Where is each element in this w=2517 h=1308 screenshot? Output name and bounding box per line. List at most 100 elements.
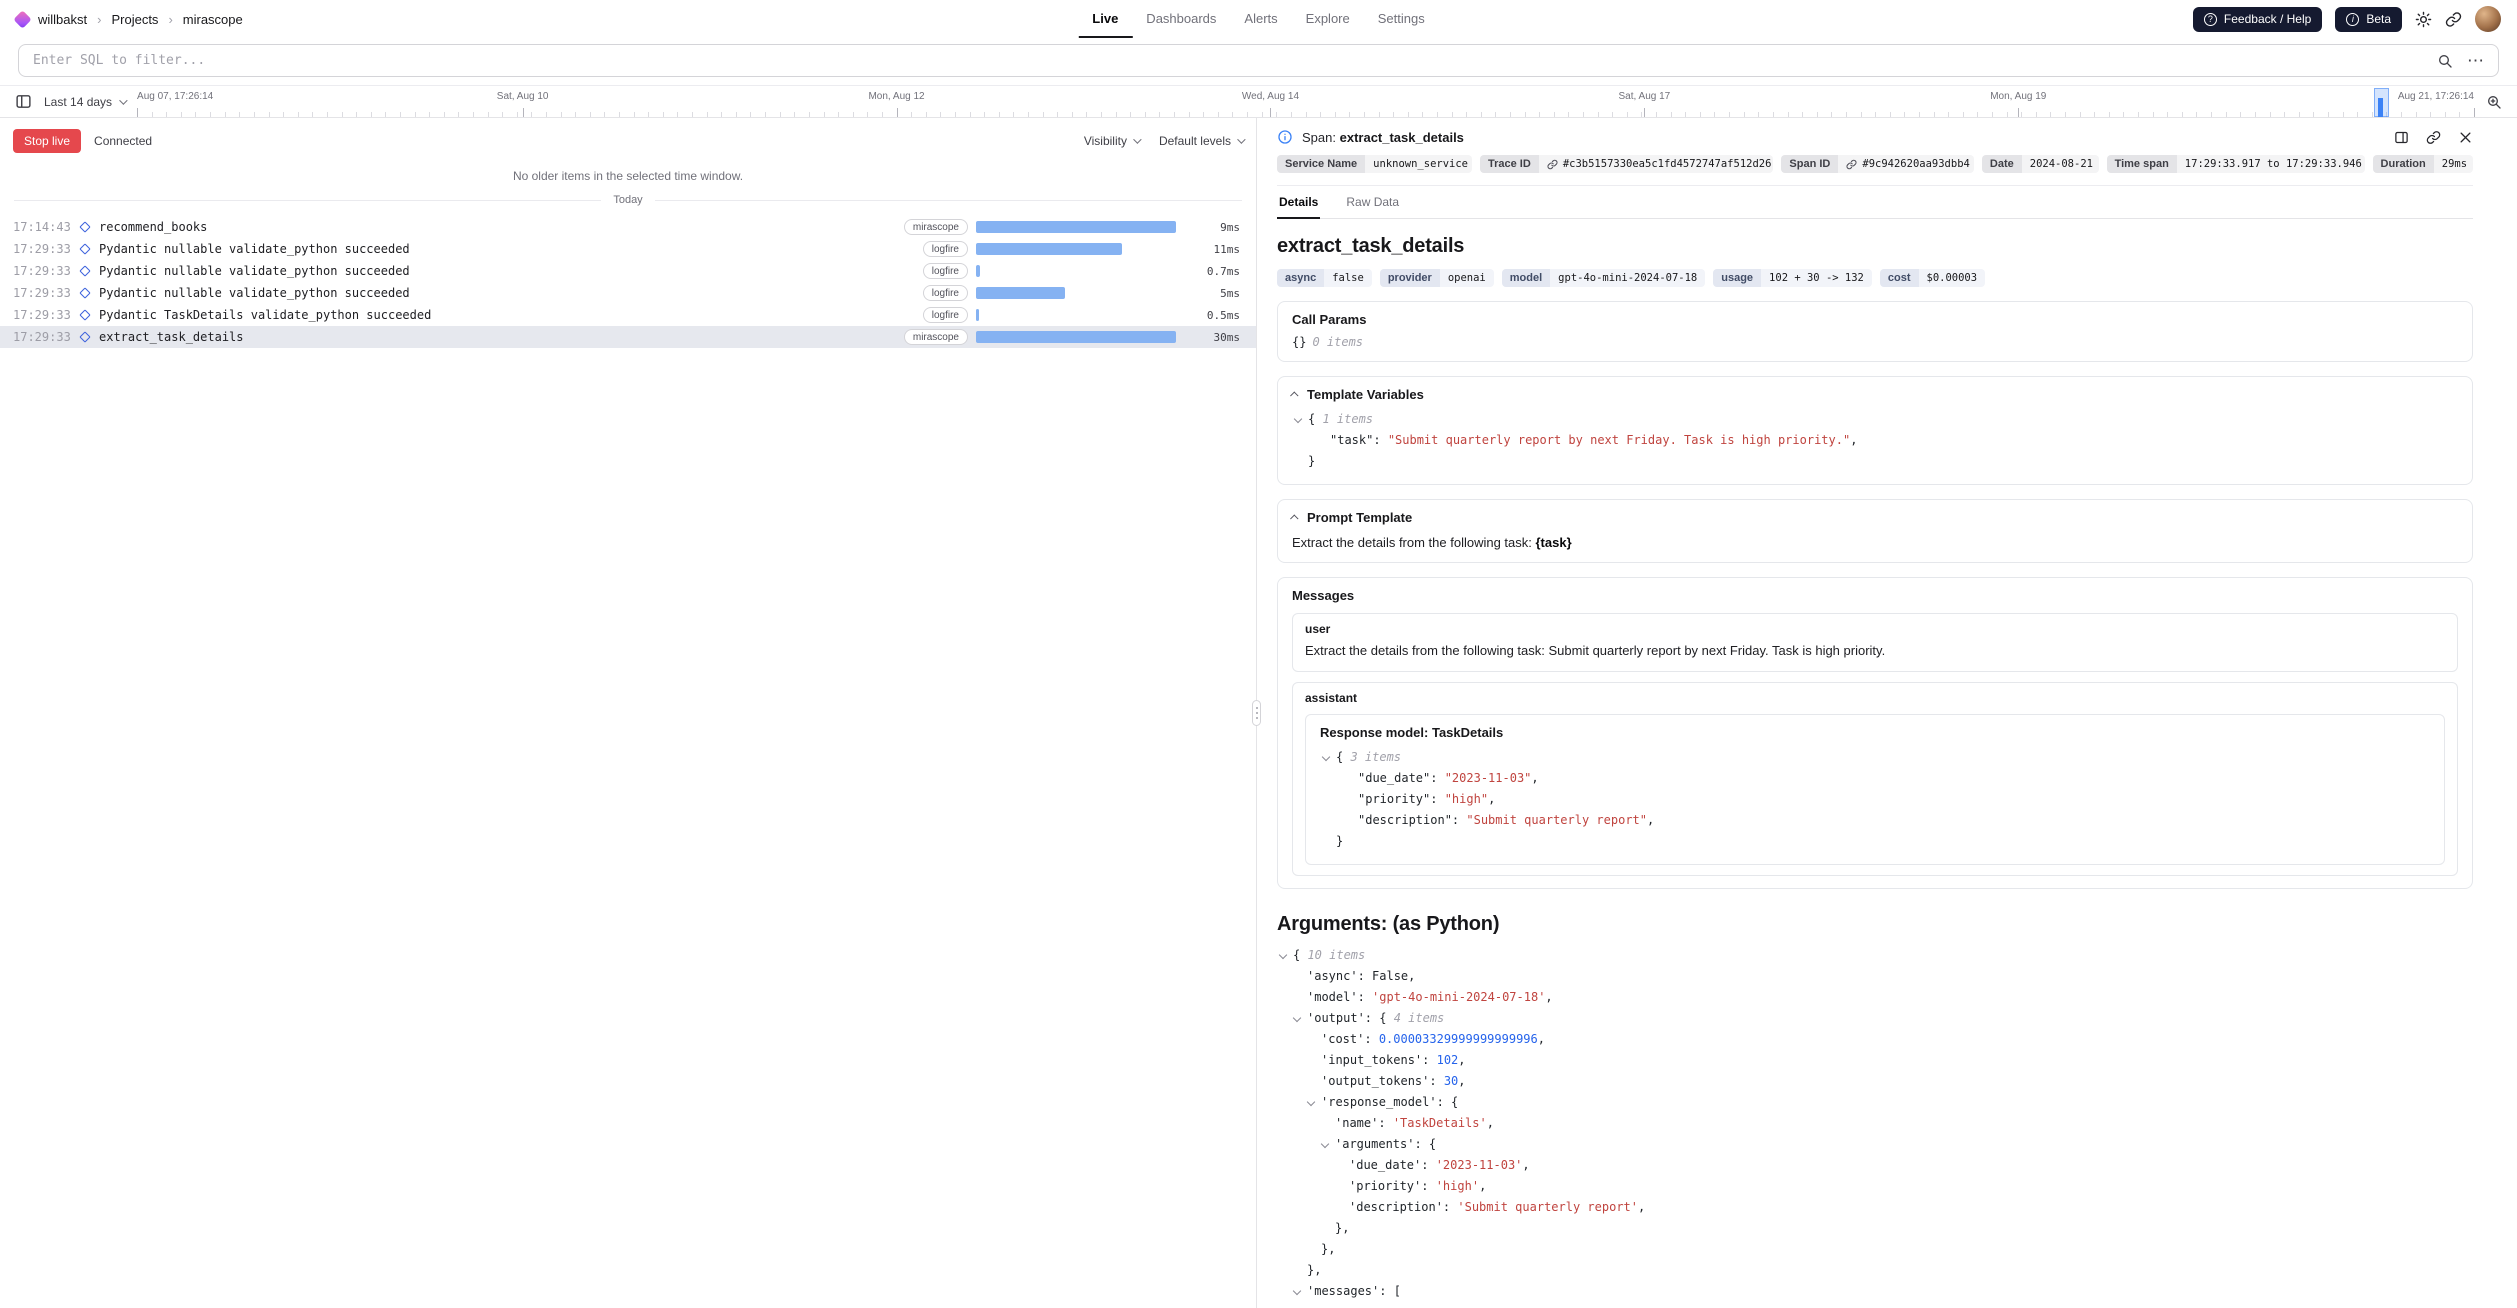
main-nav: Live Dashboards Alerts Explore Settings [1078, 0, 1438, 38]
timeline-bar: Last 14 days Aug 07, 17:26:14Sat, Aug 10… [0, 85, 2517, 118]
sql-filter-input[interactable] [33, 53, 2423, 68]
span-diamond-icon [79, 243, 90, 254]
tab-details[interactable]: Details [1277, 186, 1320, 219]
badge-value[interactable]: #c3b5157330ea5c1fd4572747af512d26 [1539, 155, 1774, 173]
time-range-select[interactable]: Last 14 days [44, 95, 125, 109]
nav-tab-dashboards[interactable]: Dashboards [1132, 0, 1230, 38]
timeline-date-label: Aug 07, 17:26:14 [137, 91, 213, 102]
duration-bar-track [976, 243, 1184, 255]
timeline-date-label: Aug 21, 17:26:14 [2398, 91, 2474, 102]
usage-badge: usage 102 + 30 -> 132 [1713, 269, 1872, 287]
span-diamond-icon [79, 287, 90, 298]
visibility-label: Visibility [1084, 134, 1127, 148]
template-variables-json: { 1 items"task": "Submit quarterly repor… [1292, 409, 2458, 472]
user-message: user Extract the details from the follow… [1292, 613, 2458, 672]
breadcrumb-project[interactable]: mirascope [183, 12, 243, 27]
visibility-dropdown[interactable]: Visibility [1084, 134, 1139, 148]
badge-value: gpt-4o-mini-2024-07-18 [1550, 269, 1705, 287]
badge-label: model [1502, 269, 1550, 287]
topbar-actions: Feedback / Help Beta [2193, 6, 2501, 32]
template-variable-token: {task} [1536, 535, 1572, 550]
breadcrumb-projects[interactable]: Projects [111, 12, 158, 27]
date-badge: Date 2024-08-21 [1982, 155, 2099, 173]
provider-badge: provider openai [1380, 269, 1494, 287]
chevron-down-icon [1237, 135, 1245, 143]
sidebar-toggle-icon[interactable] [15, 93, 32, 110]
theme-toggle-icon[interactable] [2415, 11, 2432, 28]
log-message: extract_task_details [99, 330, 896, 344]
breadcrumb: willbakst Projects mirascope [16, 12, 243, 27]
prompt-template-section: Prompt Template Extract the details from… [1277, 499, 2473, 563]
more-options-icon[interactable] [2467, 52, 2484, 69]
badge-label: Trace ID [1480, 155, 1539, 173]
timeline-track[interactable]: Aug 07, 17:26:14Sat, Aug 10Mon, Aug 12We… [137, 86, 2474, 117]
log-row[interactable]: 17:29:33 Pydantic nullable validate_pyth… [0, 260, 1256, 282]
service-name-badge: Service Name unknown_service [1277, 155, 1472, 173]
badge-label: async [1277, 269, 1324, 287]
search-icon[interactable] [2437, 53, 2453, 69]
log-scope-tag: mirascope [904, 329, 968, 345]
badge-value[interactable]: #9c942620aa93dbb4 [1838, 155, 1974, 173]
sql-filter-bar [0, 38, 2517, 85]
log-duration: 9ms [1192, 221, 1240, 234]
org-logo-icon[interactable] [13, 10, 31, 28]
log-row-selected[interactable]: 17:29:33 extract_task_details mirascope … [0, 326, 1256, 348]
response-model-json: { 3 items"due_date": "2023-11-03","prior… [1320, 747, 2430, 852]
badge-value: 102 + 30 -> 132 [1761, 269, 1872, 287]
log-scope-tag: mirascope [904, 219, 968, 235]
duration-bar-track [976, 265, 1184, 277]
span-attr-badges: async false provider openai model gpt-4o… [1277, 269, 2473, 287]
duration-badge: Duration 29ms [2373, 155, 2473, 173]
arguments-python: { 10 items'async': False,'model': 'gpt-4… [1277, 945, 2473, 1302]
stop-live-button[interactable]: Stop live [13, 129, 81, 153]
panel-resize-handle[interactable] [1252, 700, 1261, 726]
span-title-prefix: Span: [1302, 130, 1336, 145]
share-link-icon[interactable] [2445, 11, 2462, 28]
badge-value: unknown_service [1365, 155, 1472, 173]
cost-badge: cost $0.00003 [1880, 269, 1985, 287]
model-badge: model gpt-4o-mini-2024-07-18 [1502, 269, 1705, 287]
log-row[interactable]: 17:29:33 Pydantic nullable validate_pyth… [0, 282, 1256, 304]
badge-label: provider [1380, 269, 1440, 287]
close-icon[interactable] [2458, 130, 2473, 145]
badge-label: Service Name [1277, 155, 1365, 173]
tab-raw-data[interactable]: Raw Data [1344, 186, 1401, 219]
detail-tabs: Details Raw Data [1277, 186, 2473, 219]
nav-tab-alerts[interactable]: Alerts [1230, 0, 1291, 38]
span-info-icon [1277, 129, 1293, 145]
levels-dropdown[interactable]: Default levels [1159, 134, 1243, 148]
log-time: 17:29:33 [13, 308, 71, 322]
duration-bar-track [976, 309, 1184, 321]
message-text: Extract the details from the following t… [1305, 642, 2445, 661]
nav-tab-settings[interactable]: Settings [1364, 0, 1439, 38]
badge-value: 29ms [2434, 155, 2473, 173]
badge-label: cost [1880, 269, 1919, 287]
beta-button[interactable]: Beta [2335, 7, 2402, 32]
collapse-icon [1290, 391, 1298, 399]
badge-label: Span ID [1781, 155, 1838, 173]
log-duration: 0.7ms [1192, 265, 1240, 278]
breadcrumb-org[interactable]: willbakst [38, 12, 87, 27]
span-diamond-icon [79, 331, 90, 342]
log-duration: 5ms [1192, 287, 1240, 300]
prompt-template-title[interactable]: Prompt Template [1292, 510, 2458, 525]
log-row[interactable]: 17:29:33 Pydantic nullable validate_pyth… [0, 238, 1256, 260]
copy-link-icon[interactable] [2426, 130, 2441, 145]
time-span-badge: Time span 17:29:33.917 to 17:29:33.946 [2107, 155, 2365, 173]
assistant-message: assistant Response model: TaskDetails { … [1292, 682, 2458, 876]
beta-label: Beta [2366, 12, 2391, 26]
expand-panel-icon[interactable] [2394, 130, 2409, 145]
span-meta-badges: Service Name unknown_service Trace ID #c… [1277, 155, 2473, 186]
chevron-down-icon [119, 96, 127, 104]
user-avatar[interactable] [2475, 6, 2501, 32]
feedback-help-button[interactable]: Feedback / Help [2193, 7, 2322, 32]
detail-scroll-area[interactable]: extract_task_details async false provide… [1277, 219, 2473, 1308]
log-row[interactable]: 17:29:33 Pydantic TaskDetails validate_p… [0, 304, 1256, 326]
log-row[interactable]: 17:14:43 recommend_books mirascope 9ms [0, 216, 1256, 238]
day-divider-label: Today [613, 194, 642, 206]
nav-tab-explore[interactable]: Explore [1292, 0, 1364, 38]
nav-tab-live[interactable]: Live [1078, 0, 1132, 38]
zoom-in-icon[interactable] [2486, 94, 2502, 110]
message-role: assistant [1305, 691, 2445, 705]
template-variables-title[interactable]: Template Variables [1292, 387, 2458, 402]
